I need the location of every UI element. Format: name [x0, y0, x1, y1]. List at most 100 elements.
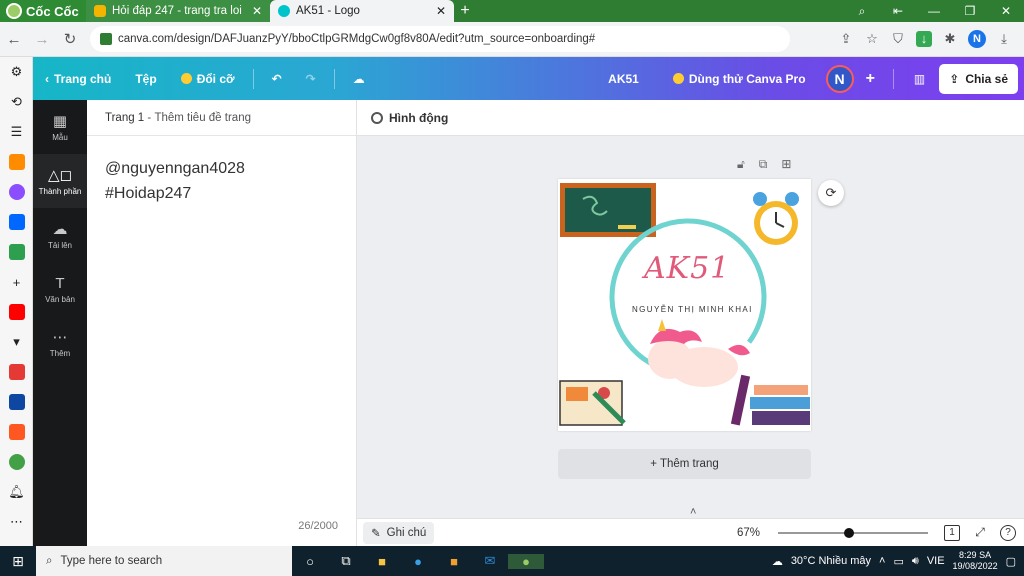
notes-textarea[interactable]: @nguyenngan4028 #Hoidap247	[87, 136, 356, 226]
network-icon[interactable]: ▭	[893, 555, 903, 568]
try-pro-button[interactable]: Dùng thử Canva Pro	[661, 72, 818, 86]
zoom-value[interactable]: 67%	[737, 527, 760, 539]
rail-label: Văn bản	[45, 294, 75, 304]
games-icon[interactable]	[0, 237, 33, 267]
downloads-icon[interactable]: ⤓	[996, 31, 1012, 47]
elements-icon: △◻	[48, 167, 72, 184]
share-page-icon[interactable]: ⇪	[838, 31, 854, 47]
notes-panel: Trang 1 - Thêm tiêu đề trang @nguyenngan…	[87, 100, 357, 546]
page-count-button[interactable]: 1	[944, 524, 960, 541]
design-page[interactable]: AK51 NGUYỄN THỊ MINH KHAI	[558, 179, 811, 431]
add-collaborator-icon[interactable]: +	[862, 70, 879, 88]
restore-icon[interactable]: ❐	[952, 0, 988, 22]
file-menu-button[interactable]: Tệp	[123, 72, 168, 86]
more-dots-icon[interactable]: ⋯	[0, 507, 33, 537]
minimize-icon[interactable]: —	[916, 0, 952, 22]
fullscreen-icon[interactable]: ⤢	[968, 525, 992, 540]
lang-indicator[interactable]: VIE	[927, 555, 945, 567]
profile-avatar[interactable]: N	[968, 30, 986, 48]
upload-icon: ☁	[52, 221, 68, 238]
store-icon[interactable]: ■	[436, 554, 472, 569]
rail-item-more[interactable]: ⋯ Thêm	[33, 316, 87, 370]
edge-icon[interactable]: ●	[400, 554, 436, 569]
rotate-refresh-icon[interactable]: ⟳	[818, 180, 844, 206]
page-title-row[interactable]: Trang 1 - Thêm tiêu đề trang	[87, 100, 356, 136]
zoom-slider-knob[interactable]	[843, 527, 854, 538]
notifications-bell-icon[interactable]: 🔔︎	[0, 477, 33, 507]
youtube-icon[interactable]	[0, 297, 33, 327]
weather-text[interactable]: 30°C Nhiều mây	[791, 555, 871, 567]
mail-icon[interactable]: ✉	[472, 553, 508, 569]
close-tab-icon[interactable]: ✕	[252, 4, 262, 18]
tab-ak51-logo[interactable]: AK51 - Logo ✕	[270, 0, 454, 22]
news-icon[interactable]	[0, 387, 33, 417]
clock[interactable]: 8:29 SA 19/08/2022	[953, 550, 998, 572]
chevron-left-icon: ‹	[45, 71, 49, 86]
close-window-icon[interactable]: ✕	[988, 0, 1024, 22]
crown-icon[interactable]	[0, 147, 33, 177]
user-avatar[interactable]: N	[825, 64, 854, 93]
share-button[interactable]: ⇪ Chia sẻ	[939, 63, 1018, 94]
calendar-icon[interactable]	[0, 357, 33, 387]
rail-item-elements[interactable]: △◻ Thành phần	[33, 154, 87, 208]
undo-icon[interactable]: ↶	[260, 72, 294, 86]
tray-overflow-icon[interactable]: ˄	[879, 555, 885, 567]
zoom-slider[interactable]	[778, 527, 928, 538]
location-icon[interactable]	[0, 447, 33, 477]
savior-download-icon[interactable]: ↓	[916, 31, 932, 47]
search-tabs-icon[interactable]: ⌕	[844, 0, 880, 22]
rail-item-uploads[interactable]: ☁ Tải lên	[33, 208, 87, 262]
extensions-icon[interactable]: ✱	[942, 31, 958, 47]
duplicate-page-icon[interactable]: ⧉	[759, 157, 768, 172]
system-tray: ☁ 30°C Nhiều mây ˄ ▭ 🔊︎ VIE 8:29 SA 19/0…	[772, 550, 1024, 572]
cloud-save-icon[interactable]: ☁	[341, 72, 377, 86]
resize-label: Đổi cỡ	[196, 71, 235, 86]
insights-chart-icon[interactable]: ▥	[908, 72, 931, 86]
history-icon[interactable]: ⟲	[0, 87, 33, 117]
help-icon[interactable]: ?	[1000, 524, 1016, 541]
add-sidebar-app-icon[interactable]: +	[0, 267, 33, 297]
reading-list-icon[interactable]: ☰	[0, 117, 33, 147]
tab-history-icon[interactable]: ⇤	[880, 0, 916, 22]
cortana-icon[interactable]: ○	[292, 554, 328, 569]
taskbar-search-box[interactable]: ⌕ Type here to search	[36, 546, 292, 576]
shopping-icon[interactable]	[0, 417, 33, 447]
bookmark-star-icon[interactable]: ☆	[864, 31, 880, 47]
file-explorer-icon[interactable]: ■	[364, 554, 400, 569]
resize-button[interactable]: Đổi cỡ	[169, 72, 247, 86]
page-title-placeholder[interactable]: Thêm tiêu đề trang	[154, 112, 251, 124]
url-bar[interactable]: canva.com/design/DAFJuanzPyY/bboCtlpGRMd…	[90, 26, 790, 52]
messenger-icon[interactable]	[0, 177, 33, 207]
add-page-button[interactable]: + Thêm trang	[558, 449, 811, 479]
home-button[interactable]: ‹ Trang chủ	[33, 72, 123, 86]
volume-icon[interactable]: 🔊︎	[912, 555, 919, 568]
template-icon: ▦	[52, 113, 68, 130]
notes-toggle-button[interactable]: ✎ Ghi chú	[363, 521, 435, 544]
collapse-chevron-up-icon[interactable]: ˄	[690, 506, 696, 518]
site-secure-icon[interactable]	[100, 33, 112, 45]
rail-item-templates[interactable]: ▦ Mẫu	[33, 100, 87, 154]
coccoc-brand[interactable]: Cốc Cốc	[0, 0, 86, 22]
expand-chevron-down-icon[interactable]: ▾	[0, 327, 33, 357]
task-view-icon[interactable]: ⧉	[328, 553, 364, 569]
coccoc-taskbar-icon[interactable]: ●	[508, 553, 544, 569]
design-title[interactable]: AK51	[594, 72, 653, 86]
forward-icon[interactable]: →	[28, 31, 56, 48]
redo-icon[interactable]: ↷	[294, 72, 328, 86]
notifications-icon[interactable]: ▢	[1006, 555, 1016, 568]
lock-icon[interactable]: 🔓︎	[737, 157, 745, 172]
char-count: 26/2000	[298, 520, 338, 532]
settings-gear-icon[interactable]: ⚙	[0, 57, 33, 87]
tab-hoidap247[interactable]: Hỏi đáp 247 - trang tra loi ✕	[86, 0, 270, 22]
back-icon[interactable]: ←	[0, 31, 28, 48]
animate-button[interactable]: Hình động	[357, 100, 1024, 136]
zalo-icon[interactable]	[0, 207, 33, 237]
reload-icon[interactable]: ↻	[56, 30, 84, 48]
new-tab-button[interactable]: +	[454, 0, 476, 22]
rail-item-text[interactable]: T Văn bản	[33, 262, 87, 316]
close-tab-icon[interactable]: ✕	[436, 4, 446, 18]
windows-start-icon[interactable]: ⊞	[0, 553, 36, 570]
logo-subtitle: NGUYỄN THỊ MINH KHAI	[632, 305, 753, 314]
add-page-icon[interactable]: ⊞	[781, 157, 791, 172]
adblock-shield-icon[interactable]: ⛉	[890, 31, 906, 47]
